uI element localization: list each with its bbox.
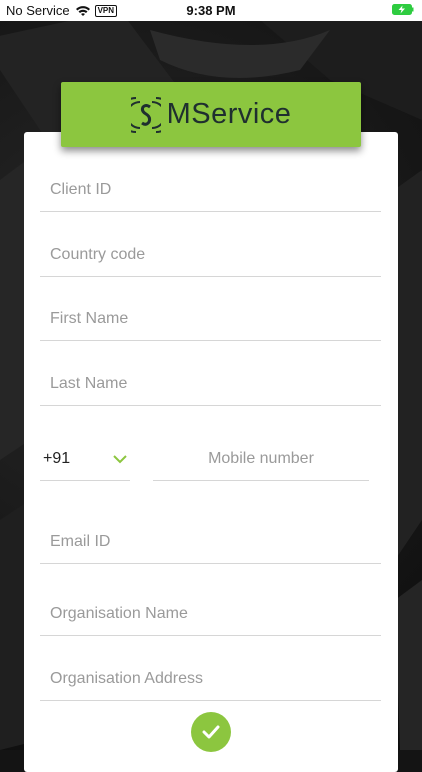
email-field[interactable]: Email ID: [40, 523, 381, 564]
check-icon: [202, 725, 220, 739]
organisation-name-field[interactable]: Organisation Name: [40, 595, 381, 636]
country-code-placeholder: Country code: [50, 246, 146, 263]
chevron-down-icon[interactable]: [113, 455, 127, 464]
mservice-logo-icon: [130, 96, 161, 133]
country-code-field[interactable]: Country code: [40, 236, 381, 277]
status-bar: No Service VPN 9:38 PM: [0, 0, 422, 21]
mobile-number-placeholder: Mobile number: [208, 450, 314, 467]
organisation-address-placeholder: Organisation Address: [50, 670, 203, 687]
submit-button[interactable]: [191, 712, 231, 752]
dial-code-select[interactable]: +91: [40, 440, 130, 481]
last-name-field[interactable]: Last Name: [40, 365, 381, 406]
client-id-placeholder: Client ID: [50, 181, 112, 198]
last-name-placeholder: Last Name: [50, 375, 128, 392]
organisation-name-placeholder: Organisation Name: [50, 605, 188, 622]
battery-charging-icon: [392, 4, 414, 15]
logo-banner: MService: [61, 82, 361, 147]
mobile-number-field[interactable]: Mobile number: [153, 440, 369, 481]
first-name-field[interactable]: First Name: [40, 300, 381, 341]
organisation-address-field[interactable]: Organisation Address: [40, 660, 381, 701]
app-name: MService: [166, 98, 292, 130]
client-id-field[interactable]: Client ID: [40, 171, 381, 212]
first-name-placeholder: First Name: [50, 310, 129, 327]
status-time: 9:38 PM: [186, 3, 236, 18]
dial-code-value: +91: [43, 450, 71, 467]
email-placeholder: Email ID: [50, 533, 111, 550]
